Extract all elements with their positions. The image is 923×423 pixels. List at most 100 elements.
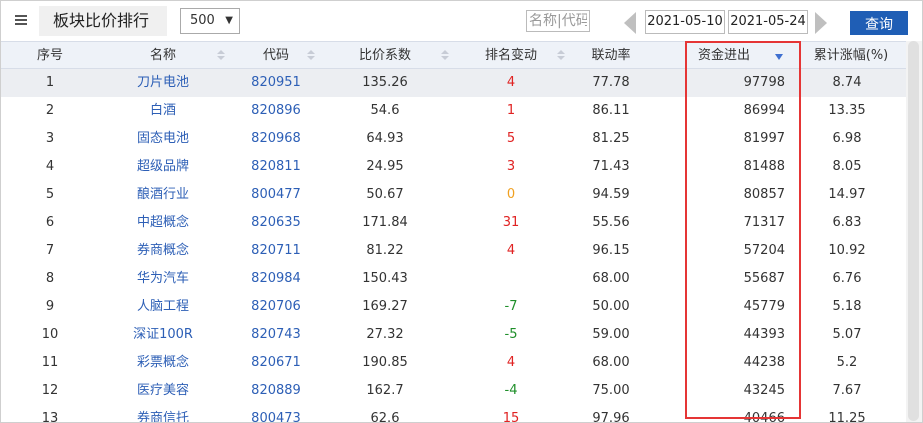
sort-code-icon[interactable]	[307, 50, 315, 62]
cell-name[interactable]: 彩票概念	[113, 349, 213, 377]
cell-rank-change: 4	[506, 75, 516, 90]
cell-link-rate: 81.25	[592, 131, 630, 146]
table-row[interactable]: 9 人脑工程 820706 169.27 -7 50.00 45779 5.18	[1, 293, 906, 321]
cell-name[interactable]: 券商信托	[113, 405, 213, 422]
cell-cum-rise: 5.2	[836, 355, 858, 370]
cell-rank-change: 4	[506, 355, 516, 370]
cell-fund-flow: 97798	[743, 75, 785, 90]
end-date-field[interactable]: 2021-05-24	[728, 10, 808, 34]
table-row[interactable]: 6 中超概念 820635 171.84 31 55.56 71317 6.83	[1, 209, 906, 237]
cell-cum-rise: 7.67	[832, 383, 862, 398]
cell-link-rate: 50.00	[592, 299, 630, 314]
cell-code[interactable]: 800473	[227, 405, 325, 422]
caret-down-icon: ▼	[225, 15, 233, 26]
toolbar: 板块比价排行 500 ▼ 2021-05-10 2021-05-24 查询	[1, 1, 922, 41]
cell-link-rate: 94.59	[592, 187, 630, 202]
cell-fund-flow: 80857	[743, 187, 785, 202]
cell-code[interactable]: 820951	[227, 69, 325, 97]
cell-code[interactable]: 820671	[227, 349, 325, 377]
cell-code[interactable]: 820811	[227, 153, 325, 181]
cell-code[interactable]: 820968	[227, 125, 325, 153]
cell-index: 2	[45, 103, 55, 118]
page-size-value: 500	[190, 13, 215, 28]
sort-ratio-icon[interactable]	[441, 50, 449, 62]
cell-ratio: 54.6	[370, 103, 400, 118]
cell-name[interactable]: 刀片电池	[113, 69, 213, 97]
scrollbar-thumb[interactable]	[908, 41, 919, 421]
cell-link-rate: 86.11	[592, 103, 630, 118]
cell-name[interactable]: 深证100R	[113, 321, 213, 349]
cell-link-rate: 55.56	[592, 215, 630, 230]
table-row[interactable]: 8 华为汽车 820984 150.43 68.00 55687 6.76	[1, 265, 906, 293]
table-row[interactable]: 5 酿酒行业 800477 50.67 0 94.59 80857 14.97	[1, 181, 906, 209]
cell-ratio: 27.32	[366, 327, 404, 342]
cell-code[interactable]: 820984	[227, 265, 325, 293]
cell-fund-flow: 44238	[743, 355, 785, 370]
header-ratio[interactable]: 比价系数	[337, 42, 433, 69]
table-header: 序号 名称 代码 比价系数 排名变动 联动率 资金进出 累计涨幅(%)	[1, 41, 906, 69]
cell-fund-flow: 71317	[743, 215, 785, 230]
page-size-select[interactable]: 500 ▼	[180, 8, 240, 34]
header-link-rate[interactable]: 联动率	[561, 42, 661, 69]
cell-ratio: 64.93	[366, 131, 404, 146]
header-cum-rise[interactable]: 累计涨幅(%)	[805, 42, 897, 69]
header-name[interactable]: 名称	[113, 42, 213, 69]
cell-index: 3	[45, 131, 55, 146]
cell-code[interactable]: 820889	[227, 377, 325, 405]
cell-ratio: 190.85	[362, 355, 408, 370]
sort-name-icon[interactable]	[217, 50, 225, 62]
table-row[interactable]: 12 医疗美容 820889 162.7 -4 75.00 43245 7.67	[1, 377, 906, 405]
prev-arrow-icon[interactable]	[624, 12, 636, 34]
cell-link-rate: 59.00	[592, 327, 630, 342]
cell-name[interactable]: 医疗美容	[113, 377, 213, 405]
sort-desc-icon[interactable]	[775, 54, 783, 60]
cell-rank-change: 3	[506, 159, 516, 174]
cell-link-rate: 97.96	[592, 411, 630, 423]
cell-name[interactable]: 酿酒行业	[113, 181, 213, 209]
next-arrow-icon[interactable]	[815, 12, 827, 34]
cell-ratio: 162.7	[366, 383, 404, 398]
cell-code[interactable]: 820706	[227, 293, 325, 321]
cell-rank-change: -7	[504, 299, 518, 314]
table-row[interactable]: 10 深证100R 820743 27.32 -5 59.00 44393 5.07	[1, 321, 906, 349]
cell-name[interactable]: 超级品牌	[113, 153, 213, 181]
cell-fund-flow: 44393	[743, 327, 785, 342]
cell-name[interactable]: 券商概念	[113, 237, 213, 265]
query-button[interactable]: 查询	[850, 11, 908, 35]
cell-name[interactable]: 华为汽车	[113, 265, 213, 293]
cell-code[interactable]: 820896	[227, 97, 325, 125]
cell-rank-change: 1	[506, 103, 516, 118]
cell-ratio: 81.22	[366, 243, 404, 258]
table-row[interactable]: 2 白酒 820896 54.6 1 86.11 86994 13.35	[1, 97, 906, 125]
cell-code[interactable]: 820711	[227, 237, 325, 265]
cell-ratio: 62.6	[370, 411, 400, 423]
table-row[interactable]: 11 彩票概念 820671 190.85 4 68.00 44238 5.2	[1, 349, 906, 377]
start-date-field[interactable]: 2021-05-10	[645, 10, 725, 34]
cell-rank-change: 0	[506, 187, 516, 202]
table-row[interactable]: 3 固态电池 820968 64.93 5 81.25 81997 6.98	[1, 125, 906, 153]
cell-fund-flow: 55687	[743, 271, 785, 286]
cell-code[interactable]: 800477	[227, 181, 325, 209]
cell-cum-rise: 13.35	[828, 103, 866, 118]
cell-code[interactable]: 820635	[227, 209, 325, 237]
header-index[interactable]: 序号	[1, 42, 99, 69]
menu-icon[interactable]	[15, 15, 27, 25]
header-fund-flow[interactable]: 资金进出	[689, 42, 759, 69]
cell-name[interactable]: 固态电池	[113, 125, 213, 153]
cell-index: 11	[41, 355, 59, 370]
cell-cum-rise: 10.92	[828, 243, 866, 258]
cell-name[interactable]: 人脑工程	[113, 293, 213, 321]
table-row[interactable]: 13 券商信托 800473 62.6 15 97.96 40466 11.25	[1, 405, 906, 423]
cell-code[interactable]: 820743	[227, 321, 325, 349]
cell-link-rate: 71.43	[592, 159, 630, 174]
table-row[interactable]: 4 超级品牌 820811 24.95 3 71.43 81488 8.05	[1, 153, 906, 181]
table-row[interactable]: 7 券商概念 820711 81.22 4 96.15 57204 10.92	[1, 237, 906, 265]
cell-index: 7	[45, 243, 55, 258]
cell-name[interactable]: 白酒	[113, 97, 213, 125]
cell-name[interactable]: 中超概念	[113, 209, 213, 237]
cell-cum-rise: 11.25	[828, 411, 866, 423]
cell-fund-flow: 81997	[743, 131, 785, 146]
table-row[interactable]: 1 刀片电池 820951 135.26 4 77.78 97798 8.74	[1, 69, 906, 97]
search-input[interactable]	[526, 10, 590, 32]
header-rank-change[interactable]: 排名变动	[461, 42, 561, 69]
